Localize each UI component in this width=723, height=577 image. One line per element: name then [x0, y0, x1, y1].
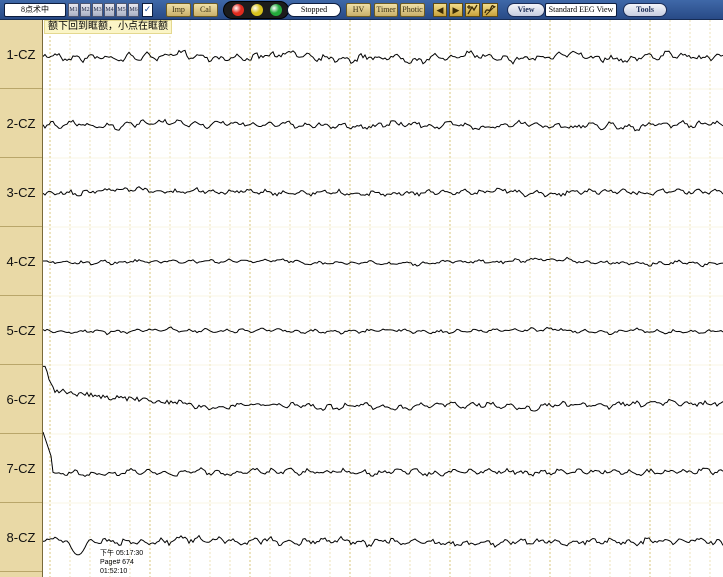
toolbar: 8点术中 M1 M2 M3 M4 M5 M6 ✓ Imp Cal Stopped… [0, 0, 723, 20]
channel-label-6[interactable]: 6-CZ [0, 365, 42, 434]
montage-button-m1[interactable]: M1 [68, 3, 79, 17]
montage-button-m5[interactable]: M5 [116, 3, 127, 17]
eeg-trace-6 [43, 365, 723, 412]
tools-button[interactable]: Tools [623, 3, 667, 17]
channel-label-column: 1-CZ 2-CZ 3-CZ 4-CZ 5-CZ 6-CZ 7-CZ 8-CZ [0, 20, 43, 577]
event-annotation[interactable]: 额下回到眶额，小点在眶额 [44, 20, 172, 34]
hyperventilation-button[interactable]: HV [346, 3, 371, 17]
montage-button-m3[interactable]: M3 [92, 3, 103, 17]
eeg-trace-area[interactable] [43, 20, 723, 577]
montage-button-m2[interactable]: M2 [80, 3, 91, 17]
marker-add-icon[interactable] [465, 3, 480, 17]
eeg-trace-3 [43, 186, 723, 198]
channel-label-7[interactable]: 7-CZ [0, 434, 42, 503]
green-light-icon [270, 4, 282, 16]
channel-label-2[interactable]: 2-CZ [0, 89, 42, 158]
calibrate-button[interactable]: Cal [193, 3, 218, 17]
montage-button-m6[interactable]: M6 [128, 3, 139, 17]
channel-label-3[interactable]: 3-CZ [0, 158, 42, 227]
time-grid [43, 20, 723, 577]
channel-label-8[interactable]: 8-CZ [0, 503, 42, 572]
view-button[interactable]: View [507, 3, 545, 17]
photic-button[interactable]: Photic [400, 3, 425, 17]
red-light-icon [232, 4, 244, 16]
timer-button[interactable]: Timer [374, 3, 398, 17]
time-of-day: 下午 05:17:30 [100, 550, 144, 557]
view-select[interactable]: Standard EEG View [545, 3, 617, 17]
previous-page-button[interactable]: ◀ [433, 3, 447, 17]
checkbox-icon[interactable]: ✓ [142, 3, 153, 17]
montage-button-m4[interactable]: M4 [104, 3, 115, 17]
impedance-button[interactable]: Imp [166, 3, 191, 17]
page-number: Page# 674 [100, 559, 134, 566]
yellow-light-icon [251, 4, 263, 16]
status-field: Stopped [287, 3, 341, 17]
eeg-trace-2 [43, 118, 723, 132]
patient-field[interactable]: 8点术中 [4, 3, 66, 17]
eeg-traces [43, 49, 723, 556]
channel-label-1[interactable]: 1-CZ [0, 20, 42, 89]
next-page-button[interactable]: ▶ [449, 3, 463, 17]
time-readout: 下午 05:17:30 Page# 674 01:52:10 [100, 549, 143, 576]
recording-status-lights [223, 1, 289, 19]
eeg-trace-1 [43, 49, 723, 65]
channel-label-4[interactable]: 4-CZ [0, 227, 42, 296]
eeg-trace-5 [43, 326, 723, 336]
elapsed-time: 01:52:10 [100, 568, 128, 575]
event-tool-icon[interactable] [482, 3, 498, 17]
eeg-trace-4 [43, 256, 723, 268]
eeg-trace-8 [43, 534, 723, 556]
eeg-trace-7 [43, 431, 723, 478]
channel-label-5[interactable]: 5-CZ [0, 296, 42, 365]
